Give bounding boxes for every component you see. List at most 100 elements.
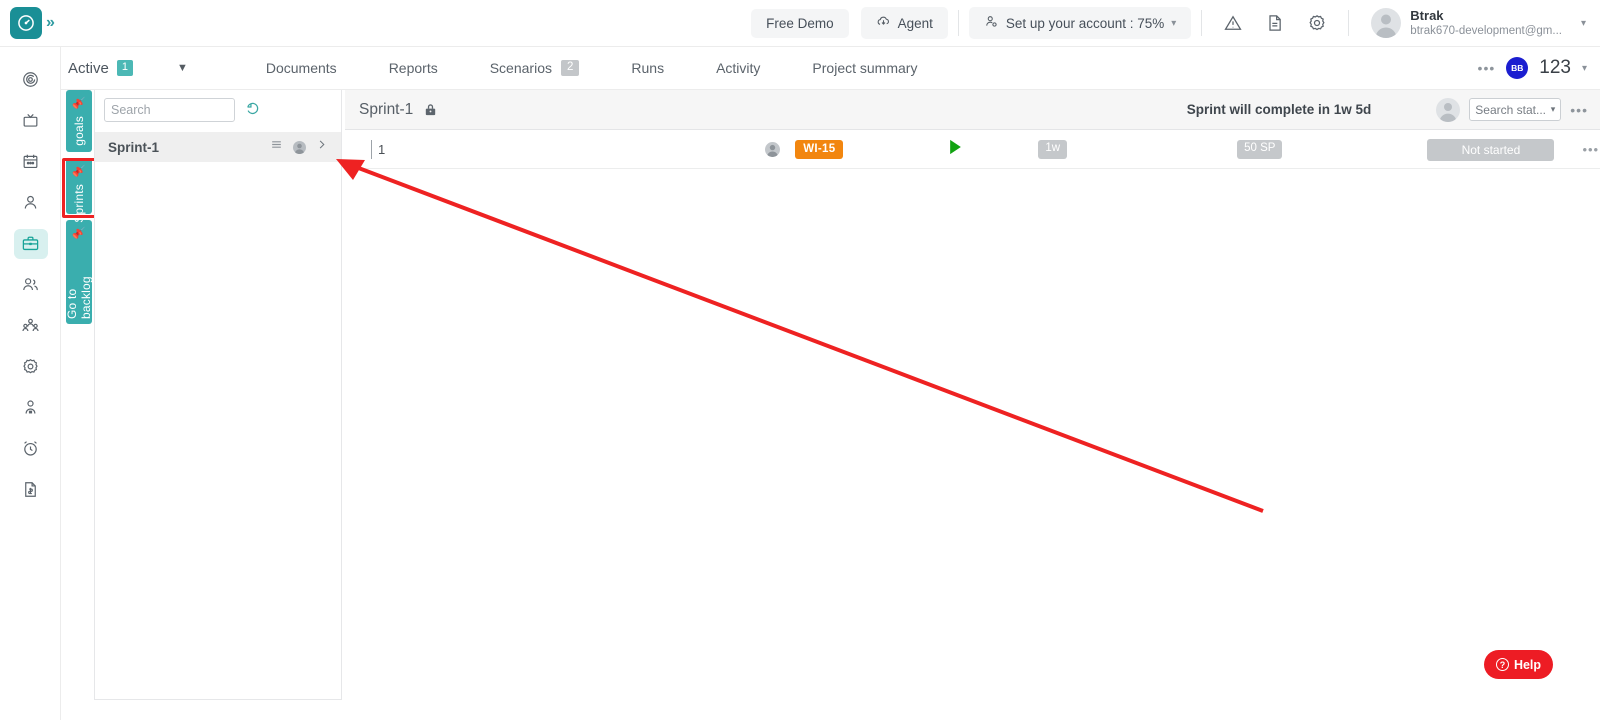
sprint-search-row — [95, 90, 341, 124]
tab-reports[interactable]: Reports — [363, 47, 464, 89]
work-item-status-badge[interactable]: Not started — [1427, 138, 1555, 161]
sprint-list-item[interactable]: Sprint-1 — [95, 132, 341, 162]
gear-icon[interactable] — [1296, 0, 1338, 47]
tabstrip-more-icon[interactable]: ••• — [1478, 60, 1496, 76]
work-item-more-icon[interactable]: ••• — [1582, 142, 1599, 157]
topbar-divider-2 — [1201, 10, 1203, 36]
warning-triangle-icon[interactable] — [1212, 0, 1254, 47]
clock-target-logo-icon — [10, 7, 43, 39]
rail-item-user[interactable] — [0, 182, 61, 223]
rail-item-invoice[interactable] — [0, 469, 61, 510]
sprint-list-item-actions — [270, 138, 327, 156]
topbar-divider — [957, 10, 959, 36]
profile-email: btrak670-development@gm... — [1410, 24, 1562, 37]
refresh-undo-icon[interactable] — [245, 101, 260, 120]
tab-runs[interactable]: Runs — [605, 47, 690, 89]
sprint-list-panel: Sprint-1 — [94, 90, 342, 700]
user-avatar-icon[interactable] — [293, 140, 306, 154]
user-profile-menu[interactable]: Btrak btrak670-development@gm... ▾ — [1359, 8, 1600, 39]
app-root: » Free Demo Agent Set up your account: … — [0, 0, 1600, 720]
free-demo-button[interactable]: Free Demo — [751, 8, 849, 38]
agent-label: Agent — [897, 15, 933, 31]
topbar-divider-3 — [1348, 10, 1350, 36]
question-circle-icon: ? — [1495, 658, 1509, 671]
top-bar: » Free Demo Agent Set up your account: … — [0, 0, 1600, 47]
rail-item-user-badge[interactable] — [0, 387, 61, 428]
cloud-download-icon — [876, 14, 891, 32]
sprint-list-item-name: Sprint-1 — [108, 139, 160, 155]
member-avatar[interactable]: BB — [1506, 57, 1529, 79]
work-item-assignee-avatar[interactable] — [765, 142, 781, 157]
avatar[interactable] — [1436, 97, 1461, 122]
text-cursor — [371, 140, 372, 159]
sprint-detail-header: Sprint-1 Sprint will complete in 1w 5d S… — [345, 90, 1600, 130]
active-filter-dropdown[interactable]: Active 1 ▼ — [61, 60, 188, 77]
hamburger-icon[interactable] — [270, 138, 283, 156]
tab-activity[interactable]: Activity — [690, 47, 786, 89]
user-gear-icon — [984, 14, 999, 32]
app-logo[interactable]: » — [0, 0, 62, 47]
active-filter-count: 1 — [116, 59, 133, 77]
tab-project-summary[interactable]: Project summary — [786, 47, 943, 89]
rail-item-monitor[interactable] — [0, 100, 61, 141]
vtab-backlog[interactable]: 📌 Go to backlog — [65, 220, 93, 324]
search-input[interactable] — [104, 98, 235, 122]
agent-button[interactable]: Agent — [860, 7, 948, 39]
profile-name: Btrak — [1410, 7, 1444, 23]
pin-icon: 📌 — [72, 96, 86, 108]
tab-activity-label: Activity — [716, 60, 761, 76]
tabstrip-right-group: ••• BB 123 ▾ — [1478, 57, 1600, 79]
chevron-right-icon[interactable] — [316, 138, 327, 156]
vtab-backlog-label: Go to backlog — [65, 276, 93, 319]
lock-icon[interactable] — [423, 102, 438, 117]
work-item-id-badge[interactable]: WI-15 — [795, 140, 844, 159]
member-count: 123 — [1539, 57, 1571, 78]
tab-documents-label: Documents — [265, 60, 337, 76]
tab-runs-label: Runs — [631, 60, 665, 76]
work-item-title-wrap: 1 — [345, 140, 385, 159]
project-tab-strip: Active 1 ▼ Documents Reports Scenarios 2… — [61, 47, 1600, 90]
work-item-duration-badge[interactable]: 1w — [1038, 140, 1068, 159]
tab-project-summary-label: Project summary — [812, 60, 918, 76]
active-filter-label: Active — [68, 59, 109, 77]
vertical-tab-group: 📌 goals 📌 Sprints 📌 Go to backlog — [65, 90, 93, 330]
sprint-completion-status: Sprint will complete in 1w 5d — [1186, 102, 1372, 117]
pin-icon: 📌 — [72, 226, 86, 238]
vtab-goals-label: goals — [72, 116, 86, 146]
rail-item-team[interactable] — [0, 305, 61, 346]
chevron-down-icon: ▾ — [1171, 17, 1177, 29]
pin-icon: 📌 — [72, 164, 86, 176]
rail-item-settings[interactable] — [0, 346, 61, 387]
document-icon[interactable] — [1254, 0, 1296, 47]
tab-reports-label: Reports — [388, 60, 438, 76]
profile-text: Btrak btrak670-development@gm... — [1410, 8, 1562, 39]
tab-scenarios-label: Scenarios — [489, 60, 552, 76]
rail-item-target[interactable] — [0, 59, 61, 100]
work-item-row[interactable]: 1 WI-15 1w 50 SP Not started ••• — [345, 131, 1600, 169]
tab-documents[interactable]: Documents — [240, 47, 363, 89]
profile-chevron-down-icon[interactable]: ▾ — [1581, 18, 1586, 29]
vtab-goals[interactable]: 📌 goals — [66, 90, 92, 152]
rail-item-projects[interactable] — [0, 223, 61, 264]
status-filter-select[interactable]: Search stat... ▾ — [1469, 98, 1562, 121]
rail-item-users-group[interactable] — [0, 264, 61, 305]
tab-list: Documents Reports Scenarios 2 Runs Activ… — [240, 47, 944, 89]
account-setup-button[interactable]: Set up your account : 75% ▾ — [968, 7, 1192, 39]
vtab-sprints[interactable]: 📌 Sprints — [66, 158, 92, 223]
account-setup-label: Set up your account : 75% — [1005, 15, 1165, 31]
rail-item-calendar[interactable] — [0, 141, 61, 182]
work-item-story-points-badge[interactable]: 50 SP — [1237, 140, 1283, 159]
rail-item-alarm[interactable] — [0, 428, 61, 469]
chevrons-right-icon[interactable]: » — [46, 14, 55, 32]
sprint-header-more-icon[interactable]: ••• — [1570, 102, 1588, 118]
play-triangle-icon[interactable] — [948, 139, 963, 160]
help-button-label: Help — [1513, 657, 1542, 672]
member-chevron-down-icon[interactable]: ▾ — [1582, 63, 1587, 74]
tab-scenarios[interactable]: Scenarios 2 — [464, 47, 606, 89]
sprint-header-controls: Search stat... ▾ ••• — [1436, 97, 1588, 122]
free-demo-label: Free Demo — [766, 15, 834, 31]
help-button[interactable]: ? Help — [1484, 650, 1553, 679]
tab-scenarios-count: 2 — [560, 59, 580, 77]
chevron-down-icon[interactable]: ▼ — [177, 62, 188, 74]
work-item-title[interactable]: 1 — [378, 142, 385, 157]
